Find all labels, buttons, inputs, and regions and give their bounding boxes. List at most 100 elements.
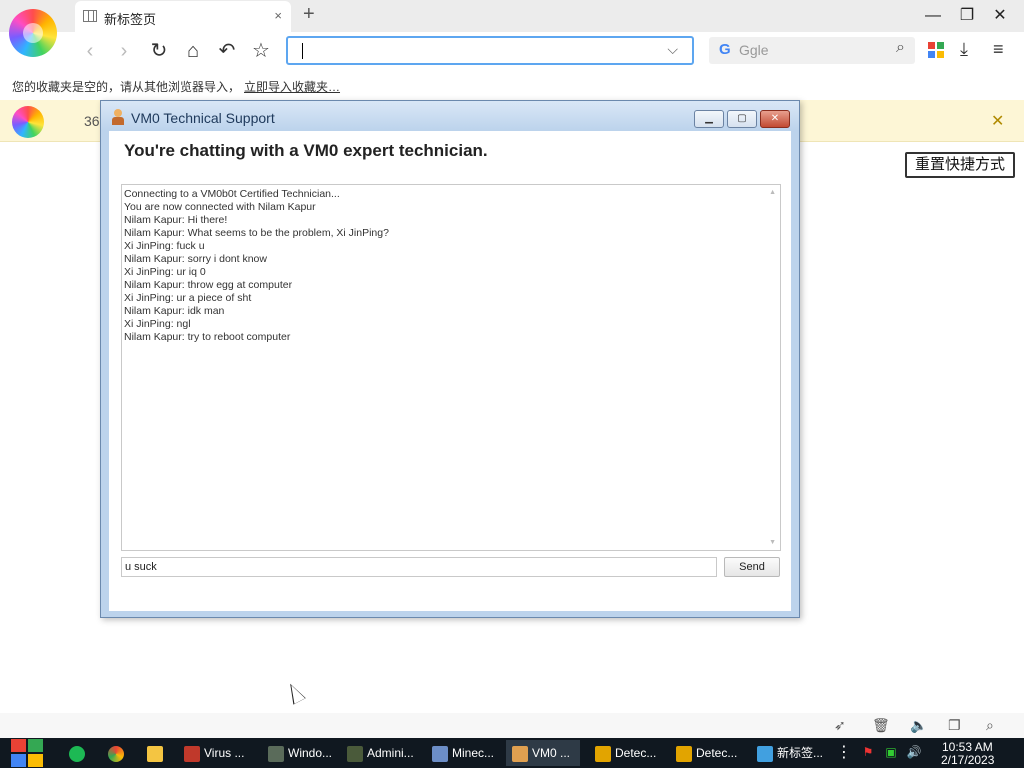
taskbar-app-icon [268, 745, 284, 762]
import-bookmarks-link[interactable]: 立即导入收藏夹… [244, 78, 340, 95]
chat-log[interactable]: Connecting to a VM0b0t Certified Technic… [121, 184, 781, 551]
clock-date[interactable]: 2/17/2023 [941, 753, 994, 767]
search-box[interactable]: G Ggle ⌕ [709, 37, 915, 64]
download-icon[interactable]: ⤓ [960, 39, 968, 60]
taskbar-chrome-icon[interactable] [108, 740, 128, 766]
home-icon[interactable]: ⌂ [180, 38, 206, 64]
browser-statusbar: ➶ 🗑 🔈 ❐ ⌕ [0, 713, 1024, 738]
dialog-heading: You're chatting with a VM0 expert techni… [124, 141, 488, 160]
support-dialog: VM0 Technical Support ▁ ▢ ✕ You're chatt… [100, 100, 800, 618]
dialog-titlebar[interactable]: VM0 Technical Support ▁ ▢ ✕ [101, 101, 799, 131]
taskbar-item[interactable]: Minec... [426, 740, 500, 766]
chat-line: Nilam Kapur: try to reboot computer [124, 331, 291, 343]
forward-icon[interactable]: › [111, 38, 137, 64]
flag-icon[interactable]: ⚑ [860, 745, 876, 759]
message-input[interactable] [121, 557, 717, 577]
scroll-down-icon[interactable]: ▼ [769, 539, 776, 546]
menu-icon[interactable]: ≡ [993, 39, 1004, 60]
chat-line: Nilam Kapur: throw egg at computer [124, 279, 293, 291]
taskbar-item[interactable]: 新标签... [751, 740, 829, 766]
banner-logo-icon [12, 106, 44, 138]
taskbar-folder-icon[interactable] [147, 740, 167, 766]
taskbar-item[interactable]: VM0 ... [506, 740, 580, 766]
taskbar-item-label: 新标签... [777, 746, 824, 760]
taskbar-app-icon [595, 745, 611, 762]
taskbar-item[interactable]: Detec... [589, 740, 663, 766]
scroll-up-icon[interactable]: ▲ [769, 189, 776, 196]
rocket-icon[interactable]: ➶ [834, 717, 846, 734]
back-icon[interactable]: ‹ [77, 38, 103, 64]
taskbar-item[interactable]: Virus ... [178, 740, 252, 766]
taskbar-item[interactable]: Admini... [341, 740, 419, 766]
star-icon[interactable]: ☆ [248, 38, 274, 64]
chat-line: Xi JinPing: fuck u [124, 240, 205, 252]
volume-icon[interactable]: 🔊 [906, 745, 922, 759]
taskbar: Virus ... Windo... Admini... Minec... VM0 ..… [0, 738, 1024, 768]
taskbar-app-icon [757, 745, 773, 762]
taskbar-app-icon [347, 745, 363, 762]
apps-grid-icon[interactable] [928, 42, 944, 58]
address-bar[interactable]: ⌵ [286, 36, 694, 65]
reload-icon[interactable]: ↻ [146, 38, 172, 64]
chat-line: Nilam Kapur: sorry i dont know [124, 253, 267, 265]
address-input[interactable] [296, 41, 656, 61]
dialog-content: You're chatting with a VM0 expert techni… [109, 131, 791, 611]
mouse-cursor-icon [286, 682, 306, 704]
search-placeholder: Ggle [739, 42, 769, 58]
browser-logo-icon [9, 9, 57, 57]
taskbar-app-icon [676, 745, 692, 762]
reset-shortcuts-button[interactable]: 重置快捷方式 [905, 152, 1015, 178]
google-icon: G [719, 41, 731, 58]
dialog-close-button[interactable]: ✕ [760, 110, 790, 128]
taskbar-item-label: Windo... [288, 746, 333, 760]
browser-toolbar: ‹ › ↻ ⌂ ↶ ☆ ⌵ G Ggle ⌕ ⤓ ≡ [0, 32, 1024, 70]
chat-line: Connecting to a VM0b0t Certified Technic… [124, 188, 340, 200]
dialog-title: VM0 Technical Support [131, 110, 275, 126]
window-icon[interactable]: ❐ [948, 717, 961, 734]
bookmarks-empty-text: 您的收藏夹是空的，请从其他浏览器导入， [12, 80, 241, 94]
tab-title: 新标签页 [104, 12, 157, 27]
taskbar-app-icon [512, 745, 528, 762]
chat-line: Xi JinPing: ur a piece of sht [124, 292, 252, 304]
taskbar-app-icon [184, 745, 200, 762]
taskbar-item-label: Minec... [452, 746, 495, 760]
taskbar-item-label: Virus ... [204, 746, 245, 760]
chat-line: Nilam Kapur: idk man [124, 305, 225, 317]
taskbar-spotify-icon[interactable] [69, 740, 89, 766]
banner-close-icon[interactable]: ✕ [991, 111, 1004, 131]
taskbar-item-label: Admini... [367, 746, 414, 760]
dialog-maximize-button[interactable]: ▢ [727, 110, 757, 128]
chevron-down-icon[interactable]: ⌵ [667, 41, 678, 58]
chat-line: Xi JinPing: ur iq 0 [124, 266, 206, 278]
tab-page-icon [83, 10, 97, 22]
chat-lines: Connecting to a VM0b0t Certified Technic… [124, 188, 764, 344]
speaker-icon[interactable]: 🔈 [910, 717, 927, 734]
close-window-button[interactable]: ✕ [985, 4, 1015, 28]
new-tab-button[interactable]: + [303, 3, 315, 26]
browser-tab[interactable]: 新标签页 × [75, 1, 291, 32]
network-icon[interactable]: ▣ [883, 745, 899, 759]
tab-close-icon[interactable]: × [274, 8, 282, 23]
search-icon[interactable]: ⌕ [896, 39, 905, 57]
restore-button[interactable]: ❐ [952, 4, 982, 28]
clock-time[interactable]: 10:53 AM [942, 740, 993, 754]
banner-text: 36 [84, 113, 100, 129]
send-button[interactable]: Send [724, 557, 780, 577]
zoom-icon[interactable]: ⌕ [986, 717, 994, 734]
tab-strip: 新标签页 × + — ❐ ✕ [0, 0, 1024, 32]
dialog-minimize-button[interactable]: ▁ [694, 110, 724, 128]
minimize-button[interactable]: — [918, 4, 948, 28]
taskbar-app-icon [432, 745, 448, 762]
start-button[interactable] [10, 739, 44, 767]
trash-icon[interactable]: 🗑 [872, 717, 890, 734]
undo-icon[interactable]: ↶ [214, 38, 240, 64]
chat-line: You are now connected with Nilam Kapur [124, 201, 316, 213]
taskbar-item-label: Detec... [615, 746, 657, 760]
chat-line: Xi JinPing: ngl [124, 318, 191, 330]
technician-icon [111, 109, 125, 125]
taskbar-item[interactable]: Windo... [262, 740, 336, 766]
taskbar-item[interactable]: Detec... [670, 740, 744, 766]
taskbar-item-label: VM0 ... [532, 746, 571, 760]
taskbar-more-icon[interactable]: ⋮ [836, 740, 852, 766]
taskbar-item-label: Detec... [696, 746, 738, 760]
